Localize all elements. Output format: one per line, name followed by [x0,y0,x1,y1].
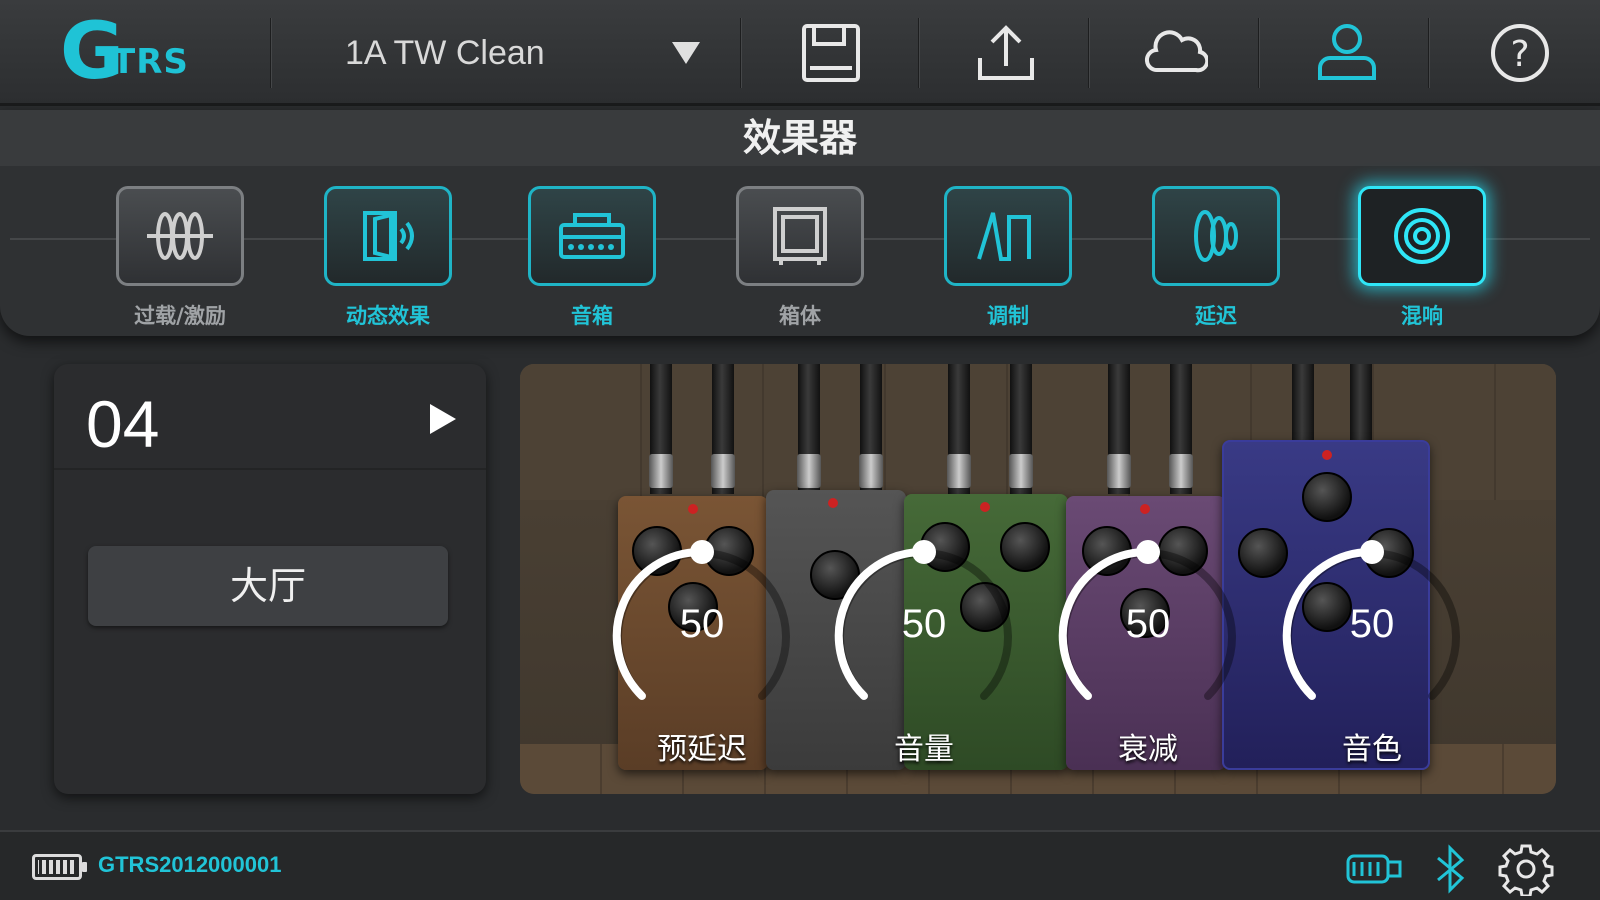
plug [947,454,971,488]
effect-reverb[interactable]: 混响 [1358,186,1486,330]
dynamics-icon [324,186,452,286]
effect-overdrive[interactable]: 过载/激励 [116,186,244,330]
amp-icon [528,186,656,286]
dial-value: 50 [901,602,947,646]
logo-sub: TRS [112,42,189,82]
dial-label: 衰减 [1118,732,1178,767]
pedal-led [1322,450,1332,460]
dial-label: 音量 [894,732,954,767]
plug [649,454,673,488]
divider [1428,18,1430,88]
settings-icon[interactable] [1496,842,1556,898]
battery-icon [32,854,87,880]
pedal-knob [1302,472,1352,522]
upload-icon[interactable] [974,22,1038,84]
pedal-led [688,504,698,514]
pedal-led [828,498,838,508]
plug [711,454,735,488]
svg-text:?: ? [1510,34,1529,75]
play-icon[interactable] [430,404,456,434]
divider [1088,18,1090,88]
plug [859,454,883,488]
pedal-knob [1238,528,1288,578]
pedal-led [980,502,990,512]
effects-panel: 效果器 过载/激励 动态效果 音箱 箱体 调制 延迟 混响 [0,110,1600,336]
reverb-icon [1358,186,1486,286]
cabinet-icon [736,186,864,286]
effect-delay[interactable]: 延迟 [1152,186,1280,330]
plug [797,454,821,488]
gtrs-logo: G TRS [60,7,230,97]
effects-title: 效果器 [742,116,857,160]
pedal-led [1140,504,1150,514]
status-bar: GTRS2012000001 [0,830,1600,900]
divider [740,18,742,88]
divider [918,18,920,88]
effect-dynamics[interactable]: 动态效果 [324,186,452,330]
dial-label: 音色 [1342,732,1402,767]
effect-label: 动态效果 [346,304,430,328]
divider [270,18,272,88]
dial-volume[interactable]: 50 音量 [834,540,1014,767]
slot-number: 04 [86,387,160,461]
effect-amp[interactable]: 音箱 [528,186,656,330]
preset-name: 1A TW Clean [345,33,545,72]
help-icon[interactable]: ? [1488,22,1552,84]
effect-label: 音箱 [571,304,613,328]
dial-value: 50 [679,602,725,646]
effects-title-bar: 效果器 [0,110,1600,166]
preset-selector[interactable]: 1A TW Clean [300,18,720,88]
reverb-info-panel: 04 大厅 [54,364,486,794]
plug [1169,454,1193,488]
dial-label: 预延迟 [657,732,747,767]
modulation-icon [944,186,1072,286]
plug [1009,454,1033,488]
dial-value: 50 [1349,602,1395,646]
effect-label: 混响 [1401,304,1443,328]
effect-label: 过载/激励 [134,304,226,328]
dial-tone[interactable]: 50 音色 [1282,540,1462,767]
top-bar: G TRS 1A TW Clean ? [0,0,1600,106]
effect-label: 箱体 [779,304,821,328]
dial-predelay[interactable]: 50 预延迟 [612,540,792,767]
user-icon[interactable] [1316,22,1380,84]
dial-decay[interactable]: 50 衰减 [1058,540,1238,767]
chevron-down-icon [672,42,700,64]
overdrive-icon [116,186,244,286]
effect-cabinet[interactable]: 箱体 [736,186,864,330]
bluetooth-icon[interactable] [1420,842,1480,896]
dial-value: 50 [1125,602,1171,646]
plug [1107,454,1131,488]
logo-letter: G [60,7,124,97]
slot-header: 04 [54,364,486,470]
effect-modulation[interactable]: 调制 [944,186,1072,330]
cloud-icon[interactable] [1144,22,1210,84]
effect-label: 延迟 [1195,304,1237,328]
device-serial: GTRS2012000001 [98,852,282,877]
save-icon[interactable] [800,22,864,84]
effect-label: 调制 [987,304,1029,328]
delay-icon [1152,186,1280,286]
guitar-connection-icon[interactable] [1344,842,1404,896]
divider [1258,18,1260,88]
reverb-type-button[interactable]: 大厅 [88,546,448,626]
